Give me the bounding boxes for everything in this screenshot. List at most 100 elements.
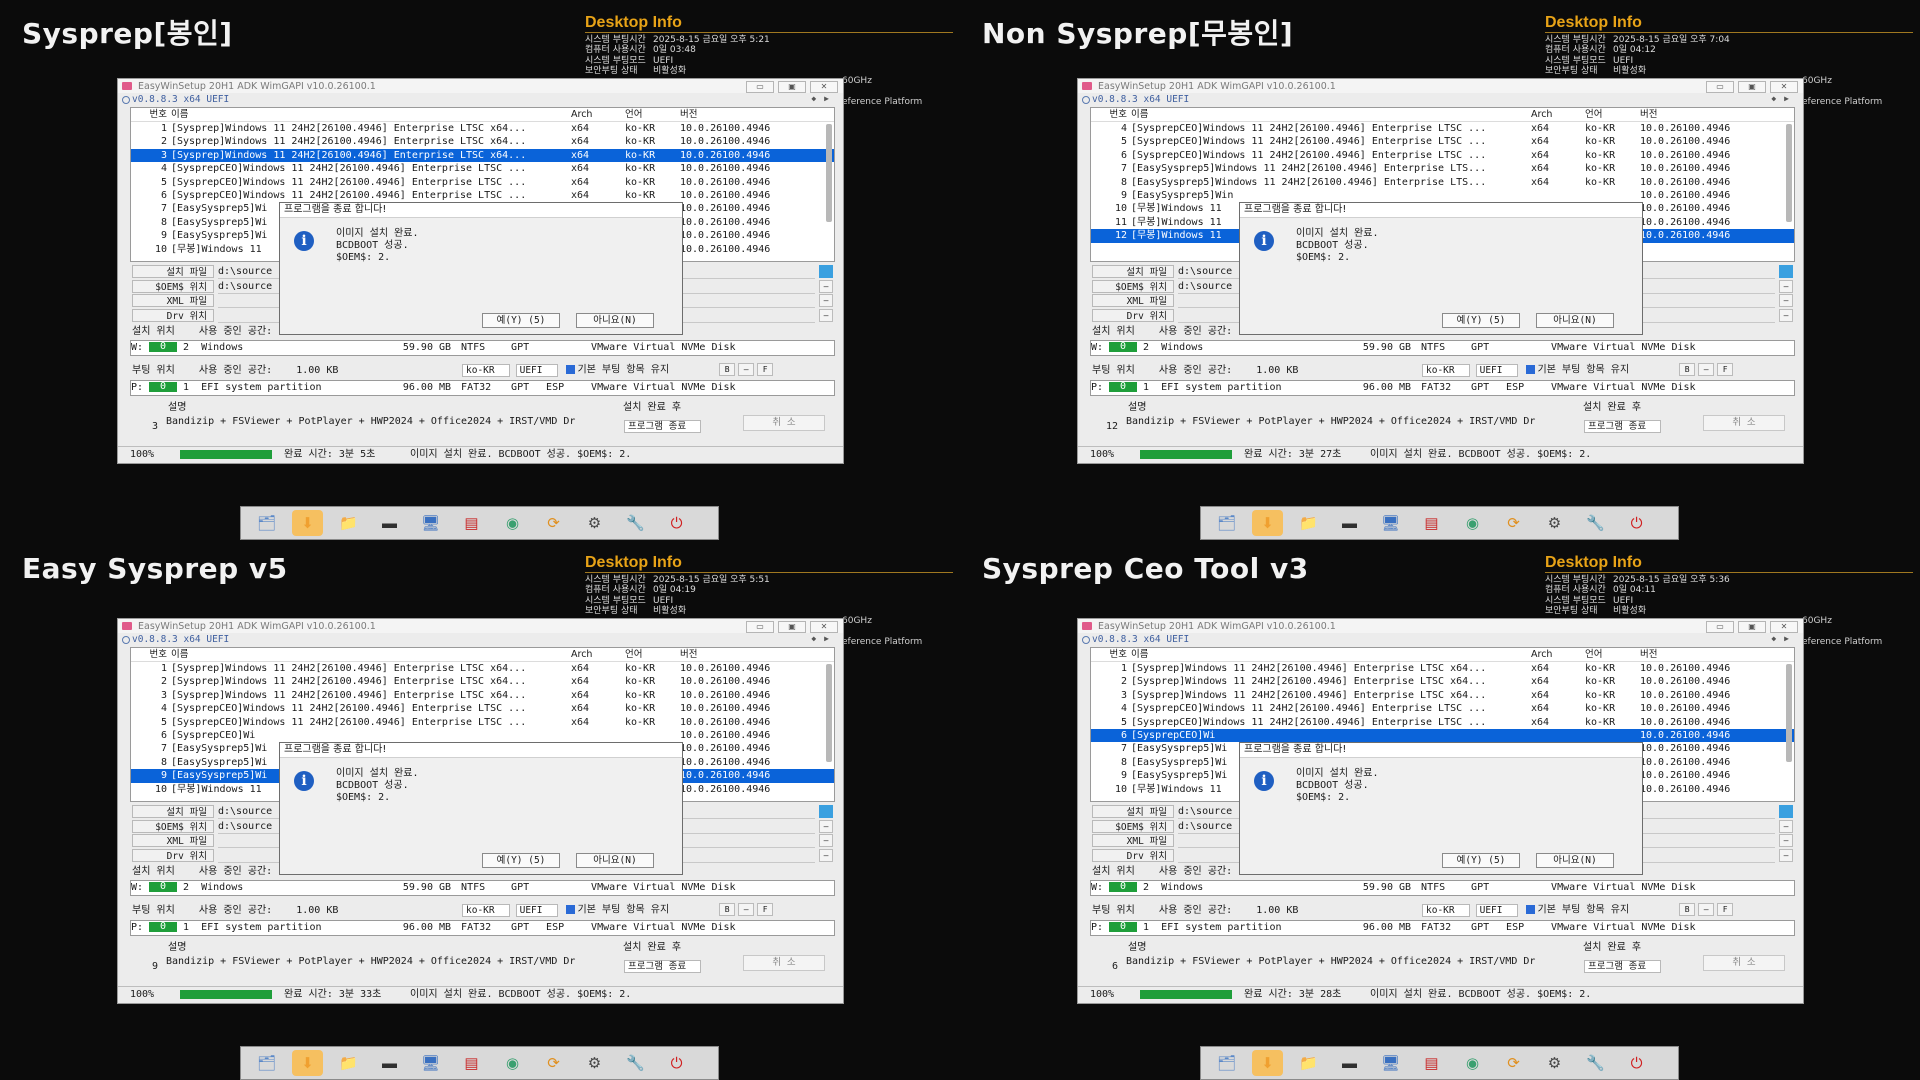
recovery-icon[interactable]: ◉ <box>1457 1050 1488 1076</box>
monitor-icon[interactable]: 🖥 <box>415 510 446 536</box>
list-scrollbar[interactable] <box>1786 664 1792 762</box>
dialog-yes-button[interactable]: 예(Y) (5) <box>1442 313 1520 328</box>
partition-icon[interactable]: ▤ <box>456 510 487 536</box>
settings-icon[interactable]: ⚙ <box>1539 510 1570 536</box>
install-icon[interactable]: ⬇ <box>292 1050 323 1076</box>
list-item[interactable]: 3 [Sysprep]Windows 11 24H2[26100.4946] En… <box>131 148 834 163</box>
settings-icon[interactable]: ⚙ <box>579 1050 610 1076</box>
terminal-icon[interactable]: ▬ <box>1334 1050 1365 1076</box>
boot-dash-button[interactable]: – <box>738 363 755 376</box>
xml-file-field-button[interactable]: – <box>819 294 833 307</box>
terminal-icon[interactable]: ▬ <box>1334 510 1365 536</box>
after-install-select[interactable]: 프로그램 종료 <box>1584 960 1662 973</box>
list-item[interactable]: 1 [Sysprep]Windows 11 24H2[26100.4946] En… <box>131 662 834 675</box>
maximize-button[interactable]: ▣ <box>778 621 806 633</box>
cancel-button[interactable]: 취 소 <box>1703 415 1785 431</box>
recovery-icon[interactable]: ◉ <box>497 510 528 536</box>
oem-location-field-label[interactable]: $OEM$ 위치 <box>132 819 214 833</box>
boot-dash-button[interactable]: – <box>738 903 755 916</box>
tools-icon[interactable]: 🔧 <box>1580 510 1611 536</box>
list-item[interactable]: 4 [SysprepCEO]Windows 11 24H2[26100.4946]… <box>1091 702 1794 715</box>
drv-location-field-button[interactable]: – <box>1779 848 1793 862</box>
boot-f-button[interactable]: F <box>1717 903 1734 916</box>
install-file-field-label[interactable]: 설치 파일 <box>1092 265 1174 278</box>
dialog-yes-button[interactable]: 예(Y) (5) <box>482 853 560 868</box>
list-item[interactable]: 5 [SysprepCEO]Windows 11 24H2[26100.4946]… <box>131 176 834 189</box>
boot-b-button[interactable]: B <box>719 903 736 916</box>
list-item[interactable]: 9 [EasySysprep5]Win 10.0.26100.4946 <box>1091 189 1794 202</box>
folder-icon[interactable]: 📁 <box>333 510 364 536</box>
drv-location-field-label[interactable]: Drv 위치 <box>1092 308 1174 322</box>
monitor-icon[interactable]: 🖥 <box>1375 1050 1406 1076</box>
after-install-select[interactable]: 프로그램 종료 <box>624 960 702 973</box>
recovery-icon[interactable]: ◉ <box>1457 510 1488 536</box>
install-file-field-button[interactable] <box>819 805 833 818</box>
partition-icon[interactable]: ▤ <box>456 1050 487 1076</box>
list-item[interactable]: 5 [SysprepCEO]Windows 11 24H2[26100.4946]… <box>131 716 834 729</box>
explorer-icon[interactable]: 🗂 <box>251 1050 282 1076</box>
maximize-button[interactable]: ▣ <box>778 81 806 93</box>
after-install-select[interactable]: 프로그램 종료 <box>1584 420 1662 433</box>
boot-language-select[interactable]: ko-KR <box>462 903 510 917</box>
scroll-arrows-icon[interactable]: ◆▶ <box>811 94 837 103</box>
list-item[interactable]: 5 [SysprepCEO]Windows 11 24H2[26100.4946]… <box>1091 135 1794 148</box>
keep-boot-checkbox[interactable] <box>1525 905 1535 914</box>
list-item[interactable]: 4 [SysprepCEO]Windows 11 24H2[26100.4946]… <box>131 702 834 715</box>
refresh-icon[interactable]: ⟳ <box>538 1050 569 1076</box>
tools-icon[interactable]: 🔧 <box>620 1050 651 1076</box>
power-icon[interactable]: ⏻ <box>1621 1050 1652 1076</box>
list-item[interactable]: 3 [Sysprep]Windows 11 24H2[26100.4946] En… <box>131 689 834 702</box>
target-disk-w[interactable]: W: 0 2 Windows 59.90 GB NTFS GPT VMware Virtua… <box>1090 880 1795 896</box>
after-install-select[interactable]: 프로그램 종료 <box>624 420 702 433</box>
partition-icon[interactable]: ▤ <box>1416 1050 1447 1076</box>
explorer-icon[interactable]: 🗂 <box>251 510 282 536</box>
close-button[interactable]: ✕ <box>810 81 838 93</box>
dialog-no-button[interactable]: 아니요(N) <box>576 853 654 868</box>
dialog-yes-button[interactable]: 예(Y) (5) <box>482 313 560 328</box>
boot-f-button[interactable]: F <box>1717 363 1734 376</box>
cancel-button[interactable]: 취 소 <box>743 955 825 971</box>
minimize-button[interactable]: ▭ <box>1706 621 1734 633</box>
maximize-button[interactable]: ▣ <box>1738 81 1766 93</box>
boot-b-button[interactable]: B <box>719 363 736 376</box>
target-disk-p[interactable]: P: 0 1 EFI system partition 96.00 MB FAT32 GP… <box>130 920 835 936</box>
terminal-icon[interactable]: ▬ <box>374 1050 405 1076</box>
refresh-icon[interactable]: ⟳ <box>1498 1050 1529 1076</box>
install-file-field-label[interactable]: 설치 파일 <box>132 265 214 278</box>
oem-location-field-button[interactable]: – <box>819 819 833 833</box>
tools-icon[interactable]: 🔧 <box>620 510 651 536</box>
install-file-field-button[interactable] <box>819 265 833 278</box>
install-file-field-button[interactable] <box>1779 805 1793 818</box>
boot-b-button[interactable]: B <box>1679 903 1696 916</box>
drv-location-field-label[interactable]: Drv 위치 <box>132 308 214 322</box>
settings-icon[interactable]: ⚙ <box>579 510 610 536</box>
drv-location-field-label[interactable]: Drv 위치 <box>1092 848 1174 862</box>
list-scrollbar[interactable] <box>1786 124 1792 222</box>
drv-location-field-button[interactable]: – <box>1779 308 1793 322</box>
scroll-arrows-icon[interactable]: ◆▶ <box>1771 634 1797 643</box>
target-disk-p[interactable]: P: 0 1 EFI system partition 96.00 MB FAT32 GP… <box>1090 920 1795 936</box>
boot-language-select[interactable]: ko-KR <box>1422 903 1470 917</box>
list-item[interactable]: 1 [Sysprep]Windows 11 24H2[26100.4946] En… <box>1091 662 1794 675</box>
description-text[interactable]: Bandizip + FSViewer + PotPlayer + HWP202… <box>166 415 624 429</box>
list-item[interactable]: 6 [SysprepCEO]Windows 11 24H2[26100.4946]… <box>1091 149 1794 162</box>
close-button[interactable]: ✕ <box>1770 81 1798 93</box>
scroll-arrows-icon[interactable]: ◆▶ <box>811 634 837 643</box>
list-scrollbar[interactable] <box>826 124 832 222</box>
boot-dash-button[interactable]: – <box>1698 363 1715 376</box>
description-text[interactable]: Bandizip + FSViewer + PotPlayer + HWP202… <box>1126 415 1584 429</box>
xml-file-field-label[interactable]: XML 파일 <box>132 834 214 847</box>
description-text[interactable]: Bandizip + FSViewer + PotPlayer + HWP202… <box>1126 955 1584 969</box>
target-disk-p[interactable]: P: 0 1 EFI system partition 96.00 MB FAT32 GP… <box>1090 380 1795 396</box>
monitor-icon[interactable]: 🖥 <box>415 1050 446 1076</box>
settings-icon[interactable]: ⚙ <box>1539 1050 1570 1076</box>
boot-mode-select[interactable]: UEFI <box>1475 363 1518 377</box>
list-item[interactable]: 8 [EasySysprep5]Windows 11 24H2[26100.494… <box>1091 176 1794 189</box>
refresh-icon[interactable]: ⟳ <box>1498 510 1529 536</box>
install-icon[interactable]: ⬇ <box>292 510 323 536</box>
power-icon[interactable]: ⏻ <box>661 1050 692 1076</box>
scroll-arrows-icon[interactable]: ◆▶ <box>1771 94 1797 103</box>
boot-b-button[interactable]: B <box>1679 363 1696 376</box>
power-icon[interactable]: ⏻ <box>1621 510 1652 536</box>
install-file-field-label[interactable]: 설치 파일 <box>1092 805 1174 818</box>
